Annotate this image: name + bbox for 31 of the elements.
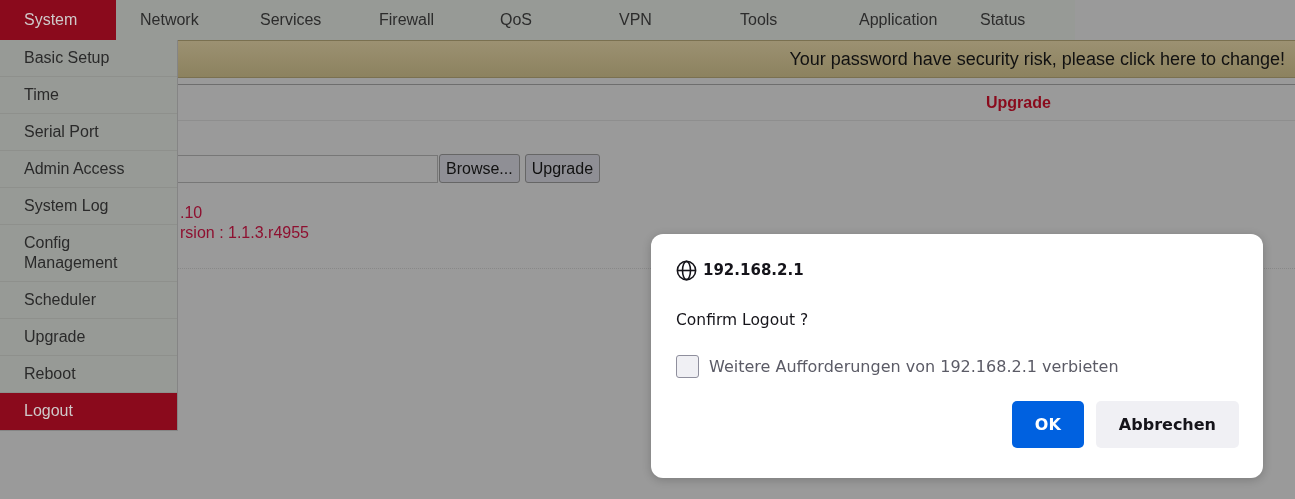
form-button[interactable]: Upgrade	[524, 154, 601, 183]
dialog-title: 192.168.2.1	[703, 261, 804, 279]
nav-tab[interactable]: Tools	[716, 0, 835, 40]
nav-tab[interactable]: QoS	[476, 0, 595, 40]
checkbox-label: Weitere Aufforderungen von 192.168.2.1 verbieten	[709, 357, 1119, 376]
nav-tab[interactable]: System	[0, 0, 116, 40]
menu-item[interactable]: Basic Setup	[0, 40, 177, 77]
password-warning-link[interactable]: Your password have security risk, please click here to change!	[789, 48, 1285, 70]
nav-tab[interactable]: Status	[956, 0, 1048, 40]
firmware-info-text: rsion : 1.1.3.r4955	[180, 223, 310, 243]
menu-item[interactable]: Time	[0, 77, 177, 114]
nav-tab[interactable]: Network	[116, 0, 236, 40]
nav-tab[interactable]: VPN	[595, 0, 716, 40]
globe-icon	[676, 259, 697, 281]
menu-item[interactable]: Serial Port	[0, 114, 177, 151]
menu-item[interactable]: Config Management	[0, 225, 177, 282]
menu-item[interactable]: Scheduler	[0, 282, 177, 319]
menu-item[interactable]: System Log	[0, 188, 177, 225]
ok-button[interactable]: OK	[1011, 401, 1084, 448]
firmware-info-text: .10	[180, 203, 204, 223]
nav-tab[interactable]: Firewall	[355, 0, 476, 40]
dialog-message: Confirm Logout ?	[676, 311, 810, 329]
menu-item[interactable]: Admin Access	[0, 151, 177, 188]
menu-item[interactable]: Logout	[0, 393, 177, 430]
cancel-button[interactable]: Abbrechen	[1095, 401, 1239, 448]
nav-tab[interactable]: Application	[835, 0, 956, 40]
menu-item[interactable]: Upgrade	[0, 319, 177, 356]
form-button[interactable]: Browse...	[439, 154, 520, 183]
section-title: Upgrade	[986, 93, 1051, 112]
checkbox[interactable]	[676, 355, 699, 378]
nav-tab[interactable]: Services	[236, 0, 355, 40]
